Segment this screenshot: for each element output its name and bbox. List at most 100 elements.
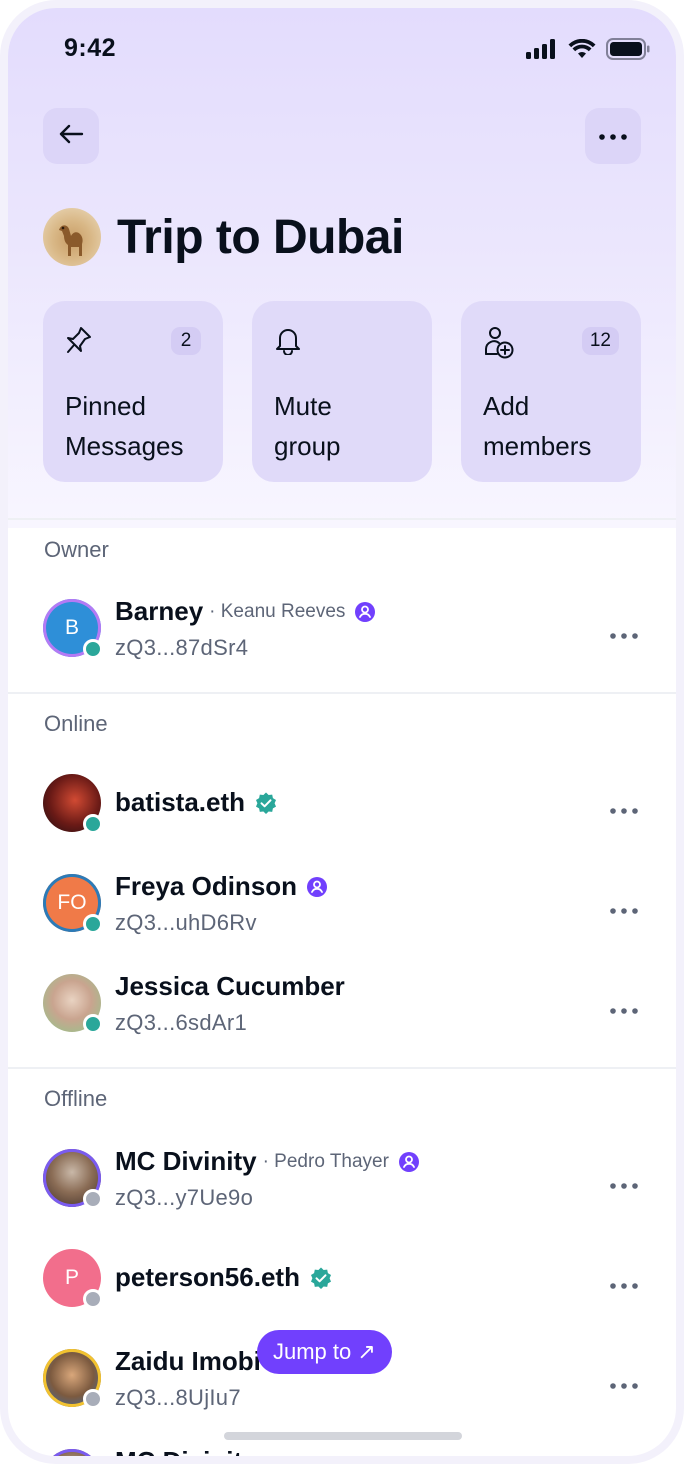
- member-info: batista.eth: [115, 787, 278, 818]
- member-more-button[interactable]: [608, 999, 640, 1023]
- jump-to-button[interactable]: Jump to ↗: [257, 1330, 392, 1374]
- avatar: [43, 774, 103, 834]
- avatar: [43, 974, 103, 1034]
- member-nickname: · Pedro Thayer: [262, 1150, 389, 1172]
- member-name: peterson56.eth: [115, 1262, 300, 1292]
- offline-indicator: [83, 1189, 103, 1209]
- member-row-peterson[interactable]: P peterson56.eth: [8, 1238, 676, 1318]
- more-options-button[interactable]: [585, 108, 641, 164]
- member-row-freya[interactable]: FO Freya Odinson zQ3...uhD6Rv: [8, 863, 676, 943]
- member-info: MC Divinity: [115, 1446, 257, 1456]
- section-divider: [8, 1067, 676, 1069]
- section-title-owner: Owner: [44, 537, 109, 562]
- member-name: MC Divinity: [115, 1446, 257, 1456]
- member-name-line: Barney · Keanu Reeves: [115, 596, 376, 627]
- more-horizontal-icon: [610, 808, 638, 814]
- avatar: P: [43, 1249, 103, 1309]
- member-address: zQ3...6sdAr1: [115, 1010, 247, 1035]
- member-name-line: peterson56.eth: [115, 1262, 333, 1293]
- avatar: [43, 1349, 103, 1409]
- status-icons: [526, 38, 650, 65]
- avatar-photo: [43, 1449, 101, 1456]
- signal-icon: [526, 39, 558, 64]
- online-indicator: [83, 1014, 103, 1034]
- member-info: Barney · Keanu Reeves zQ3...87dSr4: [115, 596, 376, 661]
- group-avatar: [43, 208, 101, 266]
- avatar: FO: [43, 874, 103, 934]
- online-indicator: [83, 914, 103, 934]
- member-row-mc-divinity-2[interactable]: MC Divinity: [8, 1438, 676, 1456]
- member-more-button[interactable]: [608, 1374, 640, 1398]
- more-horizontal-icon: [610, 1008, 638, 1014]
- pinned-count-badge: 2: [171, 327, 201, 355]
- bell-icon: [274, 325, 302, 360]
- member-more-button[interactable]: [608, 624, 640, 648]
- member-more-button[interactable]: [608, 1274, 640, 1298]
- offline-indicator: [83, 1289, 103, 1309]
- contact-icon: [398, 1151, 420, 1173]
- add-user-icon: [483, 325, 515, 364]
- member-row-jessica[interactable]: Jessica Cucumber zQ3...6sdAr1: [8, 963, 676, 1043]
- more-horizontal-icon: [599, 127, 627, 145]
- group-details-screen: 9:42 Trip to Dubai 2 Pinned Messages Mut…: [8, 8, 676, 1456]
- avatar: B: [43, 599, 103, 659]
- more-horizontal-icon: [610, 633, 638, 639]
- back-button[interactable]: [43, 108, 99, 164]
- member-info: Freya Odinson zQ3...uhD6Rv: [115, 871, 328, 936]
- contact-icon: [306, 876, 328, 898]
- add-members-button[interactable]: 12 Add members: [461, 301, 641, 482]
- arrow-left-icon: [58, 123, 84, 150]
- section-title-offline: Offline: [44, 1086, 108, 1111]
- member-name: MC Divinity: [115, 1146, 257, 1176]
- member-info: peterson56.eth: [115, 1262, 333, 1293]
- member-address: zQ3...87dSr4: [115, 635, 249, 660]
- jump-to-label: Jump to ↗: [273, 1339, 376, 1364]
- member-name-line: batista.eth: [115, 787, 278, 818]
- offline-indicator: [83, 1389, 103, 1409]
- member-row-barney[interactable]: B Barney · Keanu Reeves zQ3...87dSr4: [8, 588, 676, 668]
- member-row-batista[interactable]: batista.eth: [8, 763, 676, 843]
- add-members-label: Add members: [483, 391, 592, 461]
- member-info: Jessica Cucumber zQ3...6sdAr1: [115, 971, 345, 1036]
- verified-icon: [309, 1266, 333, 1290]
- member-nickname: · Keanu Reeves: [209, 600, 346, 622]
- section-title-online: Online: [44, 711, 108, 736]
- member-name: Zaidu Imobi: [115, 1346, 261, 1376]
- section-divider: [8, 692, 676, 694]
- member-more-button[interactable]: [608, 899, 640, 923]
- battery-icon: [606, 38, 650, 65]
- group-title: Trip to Dubai: [117, 210, 404, 264]
- group-title-row: Trip to Dubai: [43, 208, 404, 266]
- member-name: Freya Odinson: [115, 871, 298, 901]
- member-name-line: Zaidu Imobi: [115, 1346, 261, 1377]
- member-row-mc-divinity[interactable]: MC Divinity · Pedro Thayer zQ3...y7Ue9o: [8, 1138, 676, 1218]
- online-indicator: [83, 639, 103, 659]
- pinned-messages-label: Pinned Messages: [65, 391, 184, 461]
- phone-frame: 9:42 Trip to Dubai 2 Pinned Messages Mut…: [0, 0, 684, 1464]
- member-name-line: Freya Odinson: [115, 871, 328, 902]
- member-name-line: Jessica Cucumber: [115, 971, 345, 1002]
- member-address: zQ3...uhD6Rv: [115, 910, 257, 935]
- pinned-messages-button[interactable]: 2 Pinned Messages: [43, 301, 223, 482]
- mute-group-button[interactable]: Mute group: [252, 301, 432, 482]
- member-more-button[interactable]: [608, 1174, 640, 1198]
- members-count-badge: 12: [581, 327, 619, 355]
- more-horizontal-icon: [610, 1183, 638, 1189]
- pin-icon: [65, 325, 93, 360]
- more-horizontal-icon: [610, 908, 638, 914]
- member-name: batista.eth: [115, 787, 246, 817]
- member-info: MC Divinity · Pedro Thayer zQ3...y7Ue9o: [115, 1146, 420, 1211]
- member-name: Barney: [115, 596, 204, 626]
- more-horizontal-icon: [610, 1383, 638, 1389]
- status-time: 9:42: [64, 34, 117, 62]
- member-name: Jessica Cucumber: [115, 971, 345, 1001]
- member-name-line: MC Divinity · Pedro Thayer: [115, 1146, 420, 1177]
- avatar: [43, 1149, 103, 1209]
- camel-icon: [59, 225, 83, 256]
- wifi-icon: [568, 38, 596, 64]
- member-info: Zaidu Imobi zQ3...8UjIu7: [115, 1346, 261, 1411]
- member-more-button[interactable]: [608, 799, 640, 823]
- mute-group-label: Mute group: [274, 391, 341, 461]
- online-indicator: [83, 814, 103, 834]
- more-horizontal-icon: [610, 1283, 638, 1289]
